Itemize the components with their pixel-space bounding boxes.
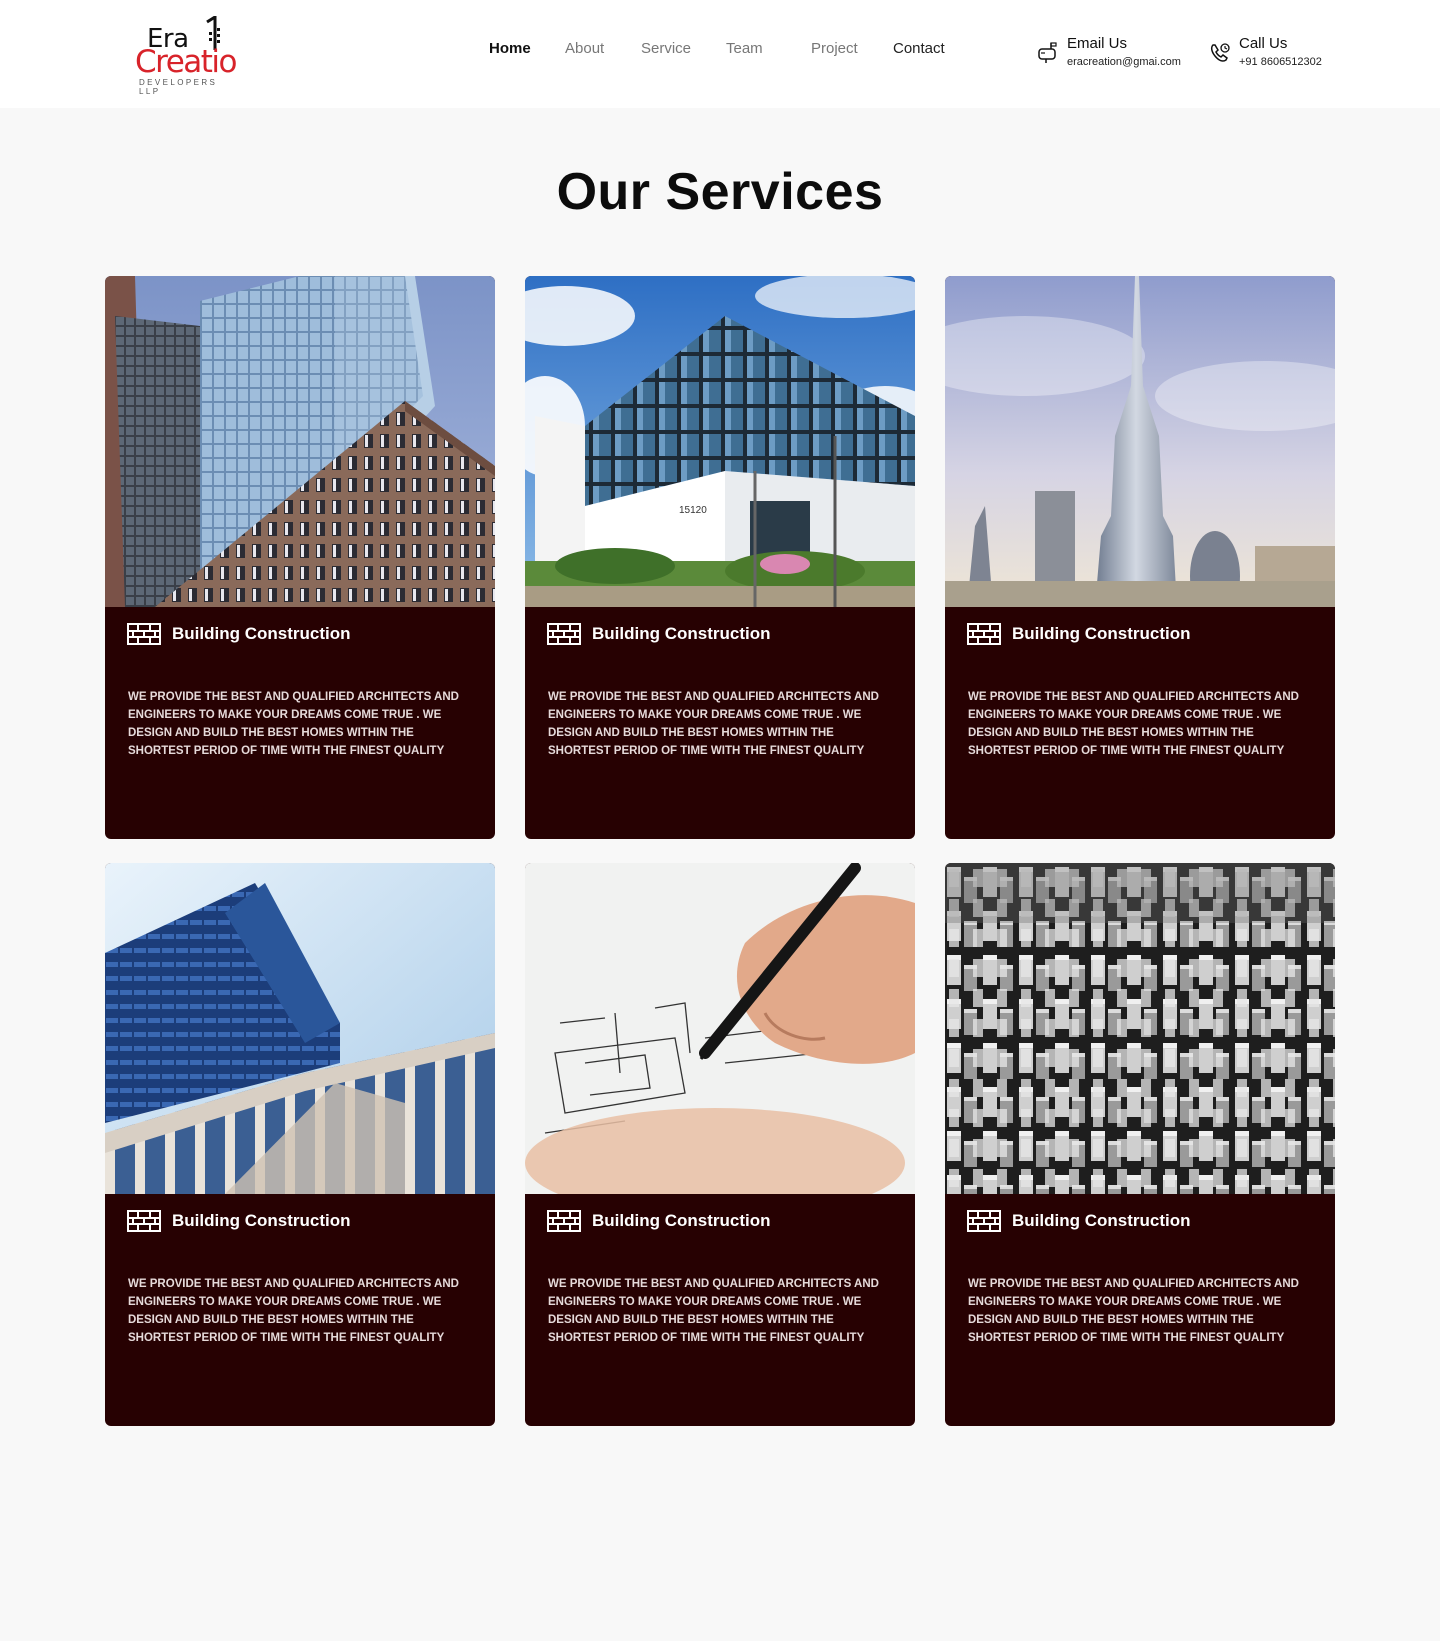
nav-about[interactable]: About <box>565 40 604 57</box>
brick-wall-icon <box>127 1210 161 1232</box>
card-description: WE PROVIDE THE BEST AND QUALIFIED ARCHIT… <box>128 691 459 757</box>
services-heading: Our Services <box>556 163 884 221</box>
service-card[interactable]: Building Construction WE PROVIDE THE BES… <box>945 863 1335 1426</box>
brick-wall-icon <box>967 1210 1001 1232</box>
brick-wall-icon <box>547 1210 581 1232</box>
service-card[interactable]: Building Construction WE PROVIDE THE BES… <box>525 863 915 1426</box>
card-title: Building Construction <box>592 624 771 643</box>
phone-icon <box>1210 43 1230 62</box>
architect-drawing-photo <box>525 863 915 1194</box>
card-title: Building Construction <box>1012 624 1191 643</box>
card-description: WE PROVIDE THE BEST AND QUALIFIED ARCHIT… <box>128 1278 459 1344</box>
brand-logo[interactable]: Era Creatio DEVELOPERS LLP <box>133 16 238 96</box>
mailbox-icon <box>1038 42 1057 63</box>
brick-wall-icon <box>547 623 581 645</box>
email-value[interactable]: eracreation@gmai.com <box>1067 56 1181 68</box>
card-title: Building Construction <box>1012 1211 1191 1230</box>
brick-wall-icon <box>967 623 1001 645</box>
card-title: Building Construction <box>172 624 351 643</box>
service-card[interactable]: Building Construction WE PROVIDE THE BES… <box>105 276 495 839</box>
nav-home[interactable]: Home <box>489 40 531 57</box>
card-description: WE PROVIDE THE BEST AND QUALIFIED ARCHIT… <box>968 691 1299 757</box>
service-card[interactable]: Building Construction WE PROVIDE THE BES… <box>105 863 495 1426</box>
brand-line-2: Creatio <box>135 44 238 80</box>
city-aerial-bw-photo <box>945 863 1335 1194</box>
phone-title: Call Us <box>1239 35 1288 52</box>
tall-tower-photo <box>945 276 1335 607</box>
phone-value[interactable]: +91 8606512302 <box>1239 56 1322 68</box>
service-card[interactable]: 15120 Building Construction WE PROVIDE T… <box>525 276 915 839</box>
nav-project[interactable]: Project <box>811 40 858 57</box>
site-header: Era Creatio DEVELOPERS LLP Home About Se… <box>0 0 1440 108</box>
card-description: WE PROVIDE THE BEST AND QUALIFIED ARCHIT… <box>548 691 879 757</box>
brick-wall-icon <box>127 623 161 645</box>
modern-facade-photo <box>105 863 495 1194</box>
card-title: Building Construction <box>172 1211 351 1230</box>
service-card[interactable]: Building Construction WE PROVIDE THE BES… <box>945 276 1335 839</box>
svg-text:15120: 15120 <box>679 505 707 516</box>
glass-skyscrapers-photo <box>105 276 495 607</box>
nav-contact[interactable]: Contact <box>893 40 945 57</box>
glass-office-building-photo: 15120 <box>525 276 915 607</box>
nav-service[interactable]: Service <box>641 40 691 57</box>
nav-team[interactable]: Team <box>726 40 763 57</box>
card-description: WE PROVIDE THE BEST AND QUALIFIED ARCHIT… <box>548 1278 879 1344</box>
card-description: WE PROVIDE THE BEST AND QUALIFIED ARCHIT… <box>968 1278 1299 1344</box>
card-title: Building Construction <box>592 1211 771 1230</box>
brand-tagline: DEVELOPERS LLP <box>139 78 218 96</box>
email-title: Email Us <box>1067 35 1128 52</box>
